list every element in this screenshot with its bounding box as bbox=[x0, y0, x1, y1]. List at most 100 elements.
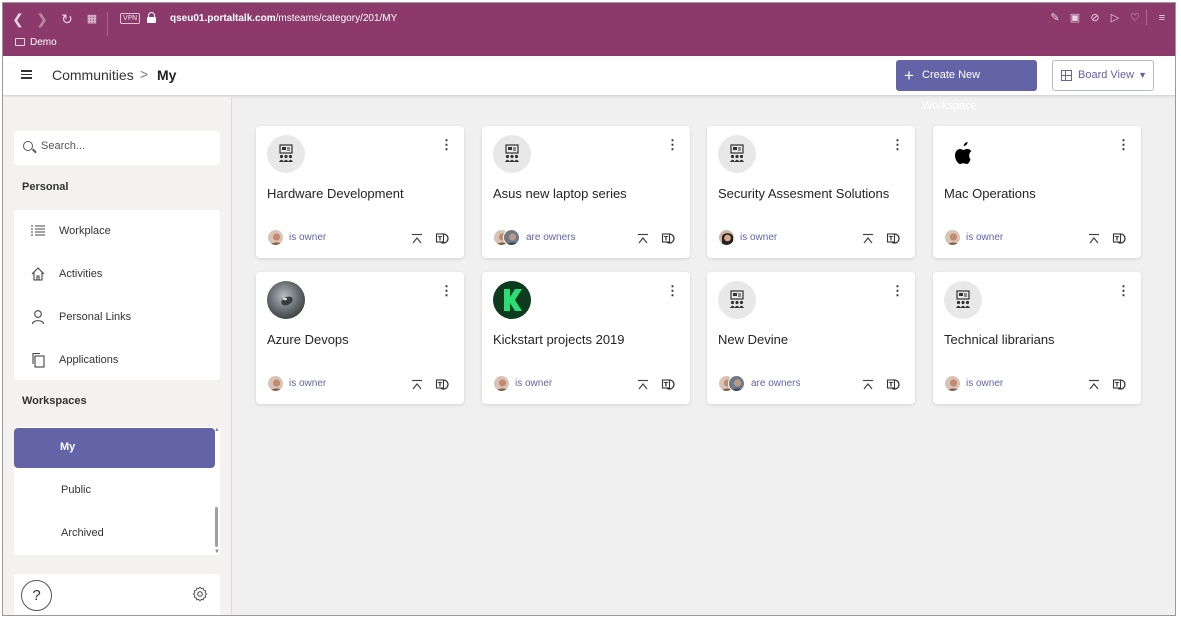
avatar[interactable] bbox=[718, 229, 735, 246]
workspace-title[interactable]: Asus new laptop series bbox=[493, 185, 673, 202]
workspace-card[interactable]: ⋮ Asus new laptop series are owners T bbox=[482, 126, 690, 258]
team-icon bbox=[493, 135, 531, 173]
team-icon bbox=[944, 281, 982, 319]
sidebar-item-workplace[interactable]: Workplace bbox=[14, 210, 220, 252]
forward-icon[interactable]: ❯ bbox=[33, 9, 51, 29]
person-icon bbox=[31, 310, 45, 325]
avatar[interactable] bbox=[267, 229, 284, 246]
more-options-icon[interactable]: ⋮ bbox=[666, 284, 679, 297]
workspace-title[interactable]: Mac Operations bbox=[944, 185, 1124, 202]
collapse-icon[interactable] bbox=[637, 378, 649, 390]
collapse-icon[interactable] bbox=[1088, 378, 1100, 390]
more-options-icon[interactable]: ⋮ bbox=[891, 284, 904, 297]
more-options-icon[interactable]: ⋮ bbox=[440, 138, 453, 151]
sidebar-item-my[interactable]: My bbox=[14, 428, 215, 468]
breadcrumb-separator: > bbox=[140, 66, 149, 82]
collapse-icon[interactable] bbox=[862, 232, 874, 244]
kickstarter-logo bbox=[493, 281, 531, 319]
heart-icon[interactable]: ♡ bbox=[1128, 11, 1142, 25]
send-icon[interactable]: ▷ bbox=[1108, 11, 1122, 25]
search-box[interactable] bbox=[14, 131, 220, 165]
svg-text:T: T bbox=[438, 381, 443, 389]
create-workspace-button[interactable]: + Create New Workspace bbox=[896, 60, 1037, 112]
address-bar[interactable]: qseu01.portaltalk.com/msteams/category/2… bbox=[170, 13, 397, 24]
scroll-up-icon[interactable]: ▲ bbox=[214, 427, 220, 433]
workspace-title[interactable]: Security Assesment Solutions bbox=[718, 185, 898, 202]
lock-icon[interactable] bbox=[147, 12, 156, 23]
avatar[interactable] bbox=[503, 229, 520, 246]
sidebar-item-personal-links[interactable]: Personal Links bbox=[14, 296, 220, 338]
copy-icon bbox=[32, 352, 45, 368]
sidebar-item-public[interactable]: Public bbox=[14, 471, 220, 511]
more-options-icon[interactable]: ⋮ bbox=[1117, 284, 1130, 297]
teams-icon[interactable]: T bbox=[1112, 231, 1126, 245]
owner-text: are owners bbox=[526, 232, 576, 243]
workspace-title[interactable]: Technical librarians bbox=[944, 331, 1124, 348]
collapse-icon[interactable] bbox=[637, 232, 649, 244]
collapse-icon[interactable] bbox=[411, 232, 423, 244]
teams-icon[interactable]: T bbox=[435, 231, 449, 245]
workspace-card[interactable]: ⋮ Hardware Development is owner T bbox=[256, 126, 464, 258]
teams-icon[interactable]: T bbox=[886, 231, 900, 245]
chevron-down-icon: ▼ bbox=[1138, 70, 1147, 80]
avatar[interactable] bbox=[267, 375, 284, 392]
search-input[interactable] bbox=[41, 140, 211, 152]
avatar[interactable] bbox=[728, 375, 745, 392]
sidebar: Personal Workplace Activities Personal L… bbox=[3, 97, 232, 615]
team-icon bbox=[718, 135, 756, 173]
svg-text:T: T bbox=[1115, 381, 1120, 389]
teams-icon[interactable]: T bbox=[661, 231, 675, 245]
more-options-icon[interactable]: ⋮ bbox=[440, 284, 453, 297]
workspace-card[interactable]: ⋮ Security Assesment Solutions is owner T bbox=[707, 126, 915, 258]
workspace-card[interactable]: ⋮ Kickstart projects 2019 is owner T bbox=[482, 272, 690, 404]
workspace-card[interactable]: ⋮ New Devine are owners T bbox=[707, 272, 915, 404]
teams-icon[interactable]: T bbox=[435, 377, 449, 391]
url-path: /msteams/category/201/MY bbox=[275, 13, 398, 24]
avatar[interactable] bbox=[944, 375, 961, 392]
workspace-scrollbar[interactable]: ▲ ▼ bbox=[214, 427, 220, 555]
scroll-down-icon[interactable]: ▼ bbox=[214, 549, 220, 555]
sidebar-item-archived[interactable]: Archived bbox=[14, 514, 220, 554]
teams-icon[interactable]: T bbox=[1112, 377, 1126, 391]
workspace-title[interactable]: Azure Devops bbox=[267, 331, 447, 348]
workspace-title[interactable]: Kickstart projects 2019 bbox=[493, 331, 673, 348]
collapse-icon[interactable] bbox=[411, 378, 423, 390]
hamburger-icon[interactable] bbox=[21, 70, 32, 79]
reload-icon[interactable]: ↻ bbox=[58, 9, 76, 29]
more-options-icon[interactable]: ⋮ bbox=[891, 138, 904, 151]
teams-icon[interactable]: T bbox=[661, 377, 675, 391]
toolbar-divider bbox=[1146, 9, 1147, 25]
camera-icon[interactable]: ▣ bbox=[1068, 11, 1082, 25]
help-button[interactable]: ? bbox=[21, 580, 52, 611]
bookmark-demo[interactable]: Demo bbox=[15, 37, 57, 48]
edit-icon[interactable]: ✎ bbox=[1048, 11, 1062, 25]
more-options-icon[interactable]: ⋮ bbox=[666, 138, 679, 151]
breadcrumb-communities[interactable]: Communities bbox=[52, 67, 134, 83]
vpn-badge[interactable]: VPN bbox=[120, 13, 141, 24]
block-icon[interactable]: ⊘ bbox=[1088, 11, 1102, 25]
menu-icon[interactable]: ≡ bbox=[1155, 11, 1169, 25]
back-icon[interactable]: ❮ bbox=[9, 9, 27, 29]
more-options-icon[interactable]: ⋮ bbox=[1117, 138, 1130, 151]
plus-icon: + bbox=[904, 66, 914, 85]
workspace-card[interactable]: ⋮ Azure Devops is owner T bbox=[256, 272, 464, 404]
sidebar-item-activities[interactable]: Activities bbox=[14, 253, 220, 295]
scrollbar-thumb[interactable] bbox=[215, 507, 218, 547]
collapse-icon[interactable] bbox=[862, 378, 874, 390]
workspaces-heading: Workspaces bbox=[22, 395, 87, 407]
sidebar-item-label: Public bbox=[61, 484, 91, 496]
gear-icon[interactable] bbox=[192, 586, 208, 602]
avatar[interactable] bbox=[493, 375, 510, 392]
workspace-card[interactable]: ⋮ Mac Operations is owner T bbox=[933, 126, 1141, 258]
teams-icon[interactable]: T bbox=[886, 377, 900, 391]
workspace-title[interactable]: Hardware Development bbox=[267, 185, 447, 202]
sidebar-item-applications[interactable]: Applications bbox=[14, 339, 220, 381]
toolbar-divider bbox=[107, 12, 108, 36]
tabs-grid-icon[interactable]: ▦ bbox=[83, 9, 101, 29]
board-view-dropdown[interactable]: Board View ▼ bbox=[1052, 60, 1154, 91]
avatar[interactable] bbox=[944, 229, 961, 246]
workspace-title[interactable]: New Devine bbox=[718, 331, 898, 348]
owner-text: is owner bbox=[515, 378, 553, 389]
collapse-icon[interactable] bbox=[1088, 232, 1100, 244]
workspace-card[interactable]: ⋮ Technical librarians is owner T bbox=[933, 272, 1141, 404]
